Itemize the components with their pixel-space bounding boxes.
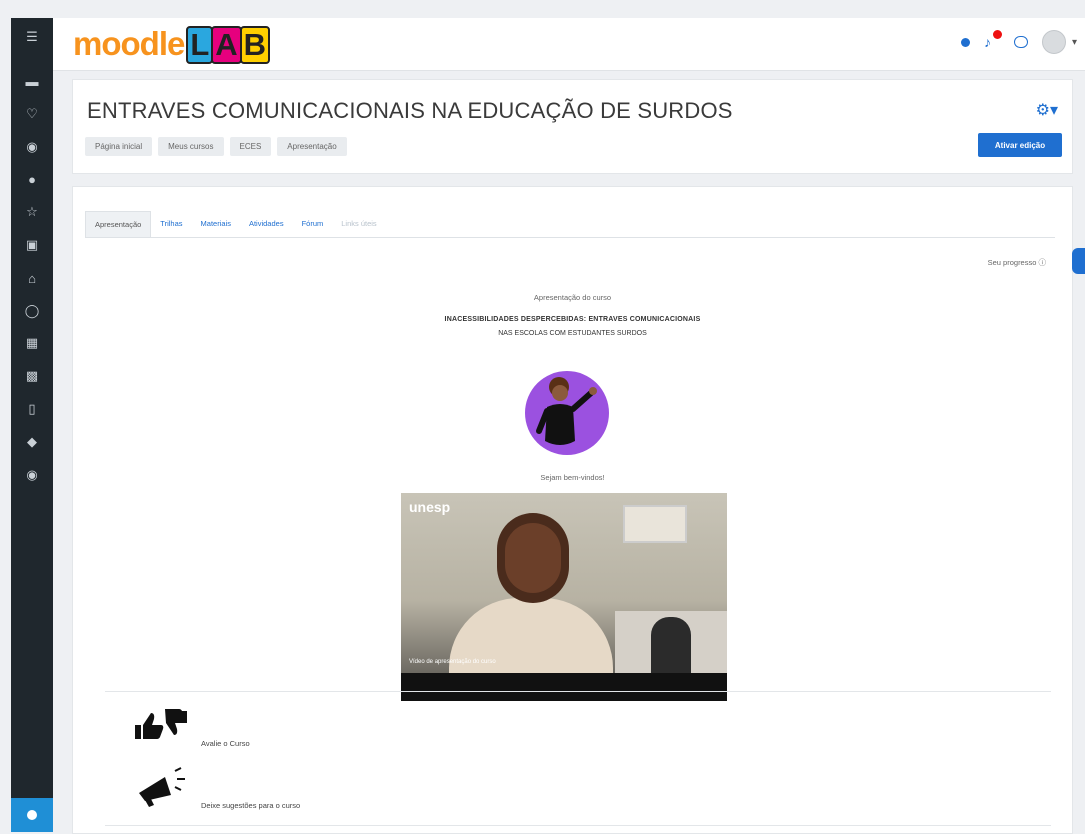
course-heading-line2: NAS ESCOLAS COM ESTUDANTES SURDOS xyxy=(498,330,647,337)
chevron-down-icon[interactable]: ▾ xyxy=(1072,37,1077,48)
tab-atividades[interactable]: Atividades xyxy=(240,211,293,237)
page-title: ENTRAVES COMUNICACIONAIS NA EDUCAÇÃO DE … xyxy=(87,98,733,123)
megaphone-icon[interactable] xyxy=(135,767,187,812)
notification-badge xyxy=(992,30,1002,39)
page-header: ENTRAVES COMUNICACIONAIS NA EDUCAÇÃO DE … xyxy=(72,79,1073,174)
breadcrumb-item[interactable]: ECES xyxy=(229,137,272,156)
logo-letter: B xyxy=(239,26,271,64)
site-logo[interactable]: moodle L A B xyxy=(73,24,271,64)
course-content: Apresentação Trilhas Materiais Atividade… xyxy=(72,186,1085,834)
tab-materiais[interactable]: Materiais xyxy=(192,211,240,237)
dashboard-icon[interactable]: ▬ xyxy=(11,70,53,92)
left-nav-rail: ☰ ▬ ♡ ◉ ● ☆ ▣ ⌂ ◯ ▦ ▩ ▯ ◆ ◉ xyxy=(11,18,53,832)
help-button[interactable] xyxy=(11,798,53,832)
messages-icon[interactable] xyxy=(1013,36,1028,48)
nav-settings-icon[interactable] xyxy=(960,37,970,47)
video-background-poster xyxy=(623,505,687,543)
user-avatar[interactable] xyxy=(1041,30,1066,54)
notifications-icon[interactable]: ♪ xyxy=(984,30,1002,50)
user-menu-area: ♪ ▾ xyxy=(960,30,1077,54)
divider xyxy=(105,691,1051,692)
logo-lab: L A B xyxy=(186,26,271,64)
video-brand-logo: unesp xyxy=(409,499,451,515)
top-navbar: moodle L A B ♪ ▾ xyxy=(53,18,1085,71)
video-caption: Vídeo de apresentação do curso xyxy=(409,659,496,665)
progress-text: Seu progresso xyxy=(987,258,1037,267)
course-settings-icon[interactable]: ⚙▾ xyxy=(1036,100,1058,120)
logo-text: moodle xyxy=(73,25,185,62)
video-player[interactable]: unesp Vídeo de apresentação do curso xyxy=(401,493,727,701)
badge-icon[interactable]: ● xyxy=(11,168,53,190)
video-interpreter xyxy=(651,617,691,673)
logo-letter: L xyxy=(186,26,214,64)
course-heading-line1: INACESSIBILIDADES DESPERCEBIDAS: ENTRAVE… xyxy=(444,316,701,323)
suggestions-link[interactable]: Deixe sugestões para o curso xyxy=(201,801,300,810)
logo-letter: A xyxy=(211,26,242,64)
video-controls[interactable] xyxy=(401,673,727,701)
welcome-text: Sejam bem-vindos! xyxy=(540,473,605,482)
sign-language-illustration xyxy=(525,371,609,455)
menu-icon[interactable]: ☰ xyxy=(11,26,53,48)
calendar-icon[interactable]: ▦ xyxy=(11,332,53,354)
divider xyxy=(105,825,1051,826)
tab-forum[interactable]: Fórum xyxy=(293,211,333,237)
grade-icon[interactable]: ◆ xyxy=(11,431,53,453)
breadcrumb-item[interactable]: Meus cursos xyxy=(158,137,224,156)
tab-links-uteis[interactable]: Links úteis xyxy=(332,211,385,237)
file-icon[interactable]: ▯ xyxy=(11,398,53,420)
users-icon[interactable]: ◯ xyxy=(11,300,53,322)
settings-icon[interactable]: ◉ xyxy=(11,464,53,486)
interpreter-figure-icon xyxy=(536,377,597,445)
folder-icon[interactable]: ▩ xyxy=(11,365,53,387)
thumbs-icon[interactable] xyxy=(133,707,189,748)
breadcrumb: Página inicial Meus cursos ECES Apresent… xyxy=(85,137,347,156)
video-presenter-face xyxy=(505,523,561,593)
progress-label[interactable]: Seu progresso ⓘ xyxy=(988,257,1046,268)
breadcrumb-item[interactable]: Apresentação xyxy=(277,137,347,156)
tab-trilhas[interactable]: Trilhas xyxy=(151,211,191,237)
home-icon[interactable]: ⌂ xyxy=(11,267,53,289)
lock-icon[interactable]: ◉ xyxy=(11,136,53,158)
edit-mode-button[interactable]: Ativar edição xyxy=(978,133,1062,157)
section-subtitle: Apresentação do curso xyxy=(533,293,612,302)
tab-apresentacao[interactable]: Apresentação xyxy=(85,211,152,237)
breadcrumb-item[interactable]: Página inicial xyxy=(85,137,153,156)
book-icon[interactable]: ▣ xyxy=(11,234,53,256)
people-icon[interactable]: ♡ xyxy=(11,103,53,125)
course-tabs: Apresentação Trilhas Materiais Atividade… xyxy=(85,211,1055,238)
side-drawer-toggle[interactable] xyxy=(1072,248,1085,274)
rate-course-link[interactable]: Avalie o Curso xyxy=(201,739,250,748)
star-icon[interactable]: ☆ xyxy=(11,201,53,223)
help-icon xyxy=(27,810,37,820)
